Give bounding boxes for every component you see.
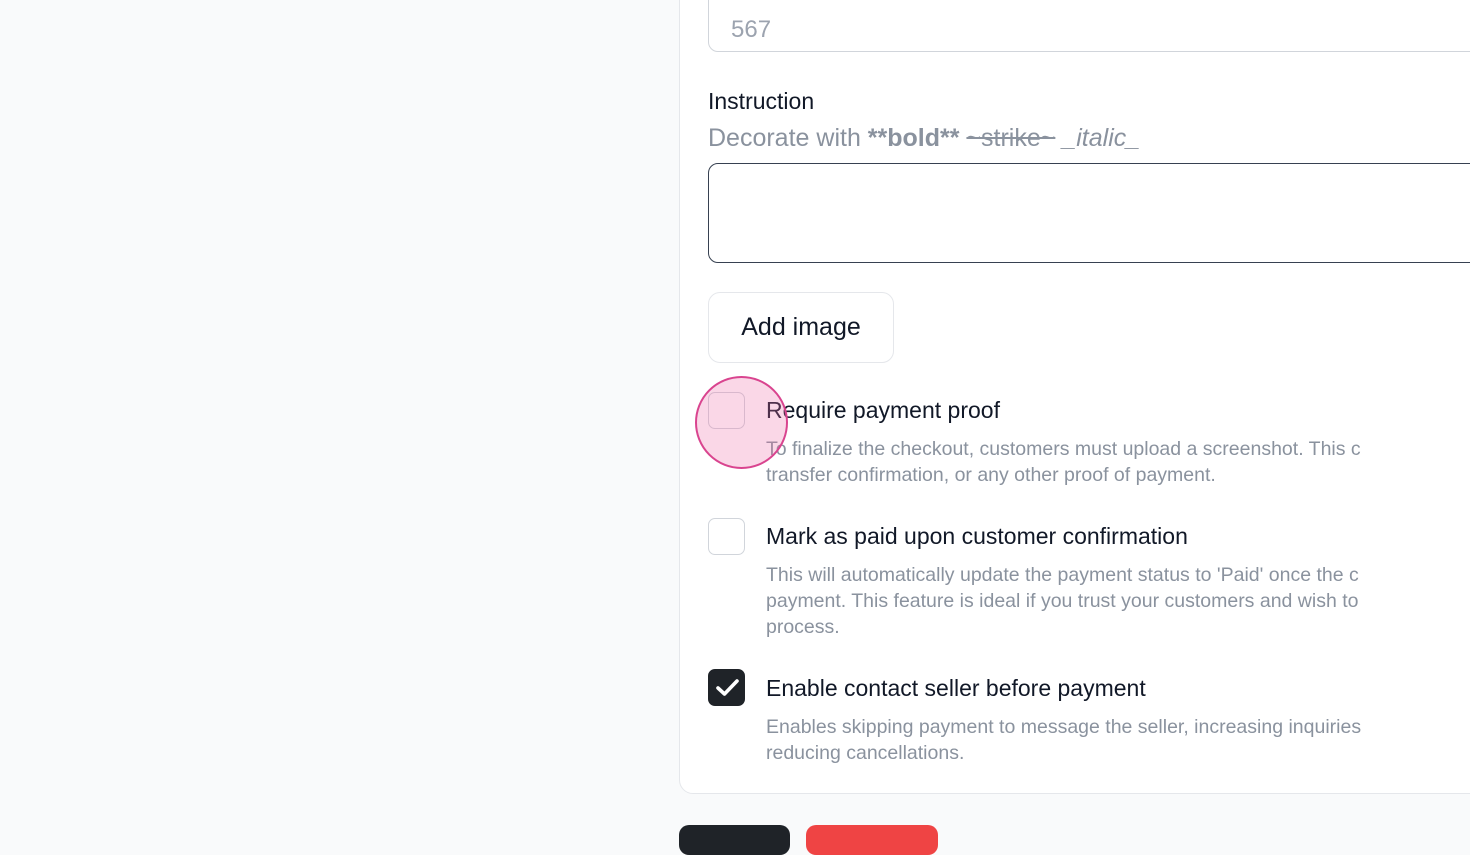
enable-contact-seller-label: Enable contact seller before payment (766, 675, 1146, 701)
check-icon (716, 679, 739, 696)
hint-italic: _italic_ (1062, 124, 1141, 152)
add-image-button[interactable]: Add image (708, 292, 894, 363)
enable-contact-seller-description: Enables skipping payment to message the … (766, 716, 1362, 764)
hint-bold: **bold** (867, 124, 960, 152)
instruction-hint: Decorate with **bold** ~strike~ _italic_ (708, 124, 1140, 153)
hint-prefix: Decorate with (708, 124, 868, 152)
amount-input[interactable] (708, 0, 1470, 52)
mark-as-paid-checkbox[interactable] (708, 518, 745, 555)
require-payment-proof-label: Require payment proof (766, 397, 1000, 423)
require-payment-proof-description: To finalize the checkout, customers must… (766, 438, 1361, 486)
delete-button[interactable] (806, 825, 938, 855)
instruction-label: Instruction (708, 88, 815, 114)
mark-as-paid-description: This will automatically update the payme… (766, 564, 1359, 638)
hint-strike: ~strike~ (966, 124, 1056, 152)
save-button[interactable] (679, 825, 790, 855)
instruction-textarea[interactable] (708, 163, 1470, 263)
mark-as-paid-label: Mark as paid upon customer confirmation (766, 523, 1188, 549)
enable-contact-seller-checkbox[interactable] (708, 669, 745, 706)
require-payment-proof-checkbox[interactable] (708, 392, 745, 429)
